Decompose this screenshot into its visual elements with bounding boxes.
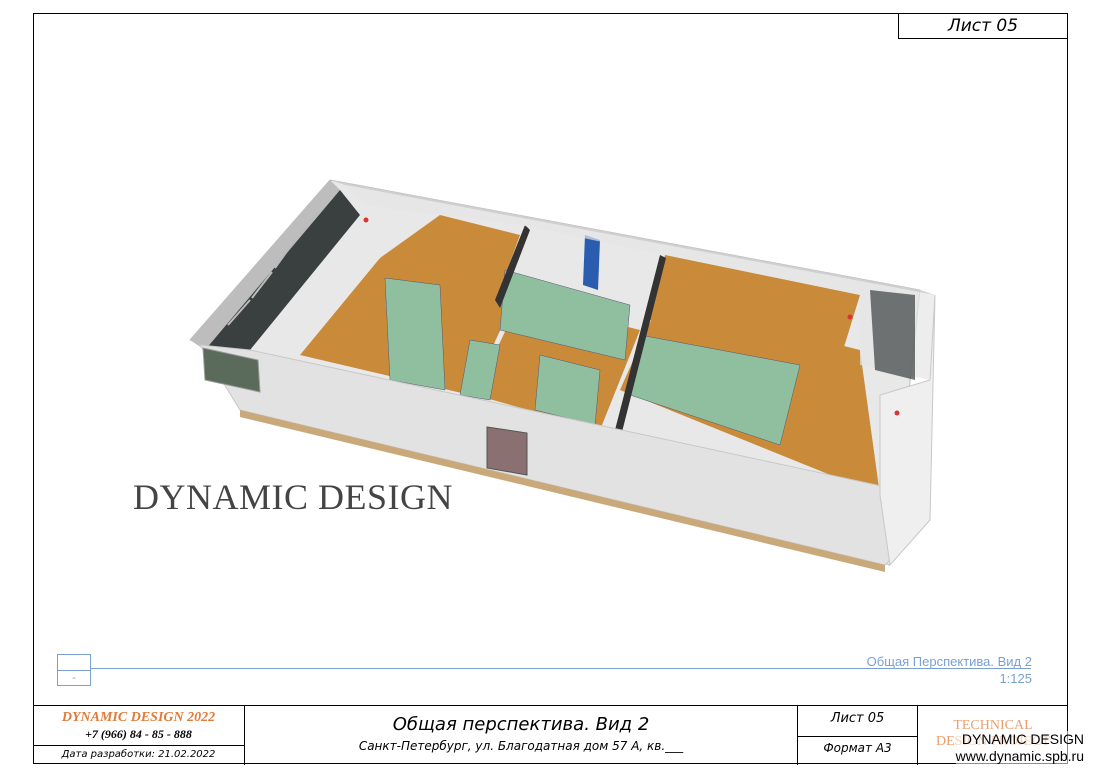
apartment-perspective-render — [189, 179, 936, 572]
sheet-label: Лист 05 — [830, 711, 885, 726]
brand-name: DYNAMIC DESIGN — [961, 731, 1084, 747]
sheet-cell: Лист 05 Формат А3 — [798, 706, 918, 765]
entry-door — [486, 426, 528, 476]
format-label: Формат А3 — [823, 741, 892, 755]
title-block: DYNAMIC DESIGN 2022 +7 (966) 84 - 85 - 8… — [33, 705, 1068, 765]
company-divider — [33, 745, 244, 746]
sheet-divider — [798, 736, 917, 737]
marker-red-3 — [894, 410, 900, 416]
company-name: DYNAMIC DESIGN 2022 — [61, 710, 216, 725]
title-cell: Общая перспектива. Вид 2 Санкт-Петербург… — [245, 706, 798, 765]
marker-red-2 — [847, 314, 853, 320]
view-marker-label: - — [72, 671, 76, 684]
right-window — [870, 290, 915, 380]
partition-1 — [384, 277, 446, 391]
development-date: Дата разработки: 21.02.2022 — [61, 749, 216, 760]
company-cell: DYNAMIC DESIGN 2022 +7 (966) 84 - 85 - 8… — [33, 706, 245, 765]
drawing-address: Санкт-Петербург, ул. Благодатная дом 57 … — [358, 739, 684, 753]
marker-red-1 — [363, 217, 369, 223]
watermark-text: DYNAMIC DESIGN — [133, 477, 453, 517]
company-phone: +7 (966) 84 - 85 - 888 — [85, 727, 192, 741]
view-scale: 1:125 — [999, 671, 1032, 686]
riser-pipe — [583, 235, 600, 290]
brand-overlay: DYNAMIC DESIGN www.dynamic.spb.ru — [955, 731, 1084, 765]
brand-url[interactable]: www.dynamic.spb.ru — [956, 748, 1084, 765]
view-caption: Общая Перспектива. Вид 2 — [866, 654, 1032, 669]
drawing-title: Общая перспектива. Вид 2 — [392, 714, 650, 735]
view-marker-box: - — [57, 654, 91, 686]
